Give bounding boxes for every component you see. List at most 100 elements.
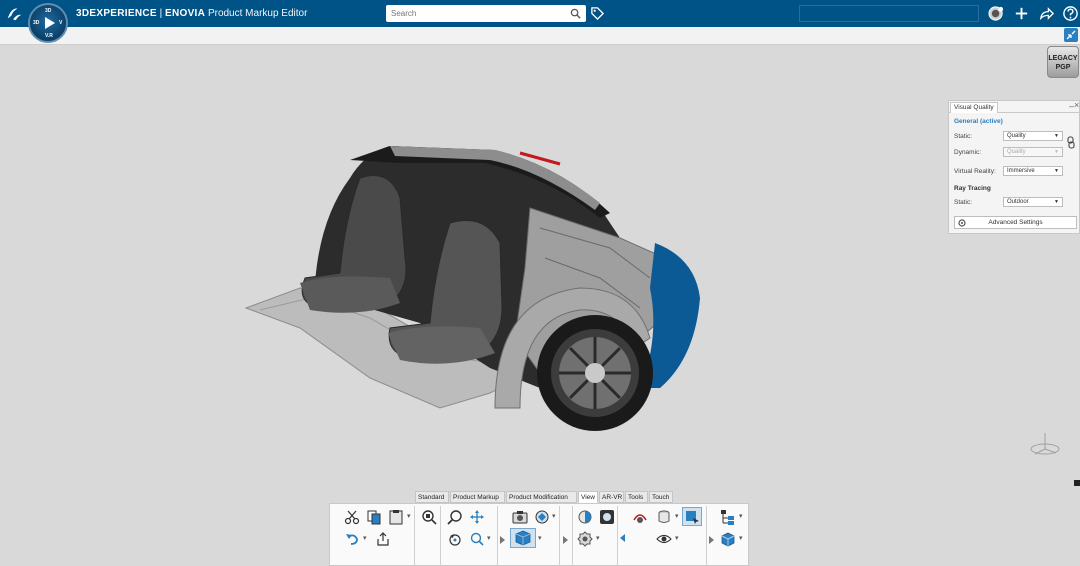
dynamic-label: Dynamic: [954,149,982,156]
help-icon[interactable] [1062,5,1079,22]
database-options-chevron-icon[interactable]: ▾ [675,512,679,520]
pan-icon[interactable] [469,509,485,525]
static-label: Static: [954,133,973,140]
vr-quality-value: Immersive [1007,168,1035,174]
tab-visual-quality[interactable]: Visual Quality [950,102,998,113]
object-options-chevron-icon[interactable]: ▾ [739,534,743,542]
3d-object-icon[interactable] [720,531,736,547]
ray-static-dropdown[interactable]: Outdoor ▼ [1003,197,1063,207]
top-bar: 3DEXPERIENCE | ENOVIA Product Markup Edi… [0,0,1080,27]
compass-top-label: 3D [45,8,52,14]
light-icon[interactable] [577,509,593,525]
chevron-down-icon: ▼ [1054,199,1059,205]
tab-touch[interactable]: Touch [649,491,673,503]
collapse-button[interactable] [1064,28,1078,42]
static-quality-value: Quality [1007,133,1026,139]
camera-icon[interactable] [512,509,528,525]
side-handle[interactable] [1074,480,1080,486]
visibility-icon[interactable] [656,531,672,547]
chevron-right-icon[interactable] [500,536,505,544]
link-icon[interactable] [1066,136,1076,150]
action-bar-separator [706,506,707,566]
render-options-chevron-icon[interactable]: ▾ [552,512,556,520]
undo-icon[interactable] [344,531,360,547]
topbar-field[interactable] [799,5,979,22]
view-options-chevron-icon[interactable]: ▾ [538,534,542,542]
zoom-icon[interactable] [447,509,463,525]
action-bar: ▾ ▾ ▾ ▾ ▾ ▾ ▾ ▾ ▾ ▾ [329,503,749,566]
chevron-right-icon[interactable] [709,536,714,544]
search-icon[interactable] [570,8,581,19]
cut-icon[interactable] [344,509,360,525]
brand-name: ENOVIA [165,8,206,19]
tree-icon[interactable] [720,509,736,525]
action-bar-separator [572,506,573,566]
tab-tools[interactable]: Tools [625,491,648,503]
view-cube-icon [515,530,531,546]
chevron-right-icon[interactable] [563,536,568,544]
chevron-down-icon: ▼ [1054,149,1059,155]
paste-options-chevron-icon[interactable]: ▾ [407,512,411,520]
compass-bottom-label: V.R [45,33,53,39]
settings-icon[interactable] [577,531,593,547]
tree-options-chevron-icon[interactable]: ▾ [739,512,743,520]
3ds-logo-icon[interactable] [5,5,23,23]
ray-static-label: Static: [954,199,973,206]
chevron-down-icon: ▼ [1054,133,1059,139]
tab-view[interactable]: View [578,491,598,503]
share-icon[interactable] [1038,5,1055,22]
paste-icon[interactable] [388,509,404,525]
static-quality-dropdown[interactable]: Quality ▼ [1003,131,1063,141]
chevron-left-icon[interactable] [620,534,625,542]
action-bar-separator [497,506,498,566]
tab-product-markup[interactable]: Product Markup [450,491,505,503]
play-icon [45,17,55,29]
dynamic-quality-dropdown[interactable]: Quality ▼ [1003,147,1063,157]
search-input[interactable] [389,6,563,20]
brand-prefix: 3DEXPERIENCE [76,8,157,19]
general-section-title: General (active) [954,118,1003,125]
legacy-pgp-badge[interactable]: LEGACY PGP [1047,46,1079,78]
view-cube-button[interactable] [510,528,536,548]
tab-ar-vr[interactable]: AR-VR [599,491,624,503]
zoom-in-out-icon[interactable] [469,531,485,547]
visibility-options-chevron-icon[interactable]: ▾ [675,534,679,542]
settings-options-chevron-icon[interactable]: ▾ [596,534,600,542]
legacy-line2: PGP [1055,64,1071,71]
compass-right-label: V [59,20,63,26]
ar-vr-icon[interactable] [632,509,648,525]
vr-label: Virtual Reality: [954,168,996,175]
tab-product-modification[interactable]: Product Modification [506,491,577,503]
render-icon[interactable] [534,509,550,525]
zoom-fit-icon[interactable] [421,509,437,525]
visual-quality-panel: Visual Quality – × General (active) Stat… [948,100,1080,234]
compass-left-label: 3D [33,20,40,26]
sub-toolbar [0,27,1080,45]
copy-icon[interactable] [366,509,382,525]
action-bar-separator [440,506,441,566]
dynamic-quality-value: Quality [1007,149,1026,155]
action-bar-separator [559,506,560,566]
zoom-options-chevron-icon[interactable]: ▾ [487,534,491,542]
shadow-icon[interactable] [599,509,615,525]
vr-quality-dropdown[interactable]: Immersive ▼ [1003,166,1063,176]
advanced-settings-button[interactable]: Advanced Settings [954,216,1077,229]
close-icon[interactable]: × [1074,100,1079,110]
rotate-icon[interactable] [447,531,463,547]
export-icon[interactable] [375,531,391,547]
action-bar-separator [414,506,415,566]
undo-options-chevron-icon[interactable]: ▾ [363,534,367,542]
select-view-icon [686,511,699,524]
select-view-button[interactable] [682,507,702,526]
legacy-line1: LEGACY [1048,55,1078,62]
database-icon[interactable] [656,509,672,525]
add-icon[interactable] [1013,5,1030,22]
tab-standard[interactable]: Standard [415,491,449,503]
app-name: Product Markup Editor [207,8,308,19]
3d-car-model[interactable] [240,138,700,438]
robot-compass-icon[interactable] [1029,429,1062,457]
ray-tracing-section-title: Ray Tracing [954,185,991,192]
user-avatar-icon[interactable] [988,5,1005,22]
tag-icon[interactable] [590,6,605,21]
compass-icon[interactable]: 3D 3D V V.R [28,3,68,43]
